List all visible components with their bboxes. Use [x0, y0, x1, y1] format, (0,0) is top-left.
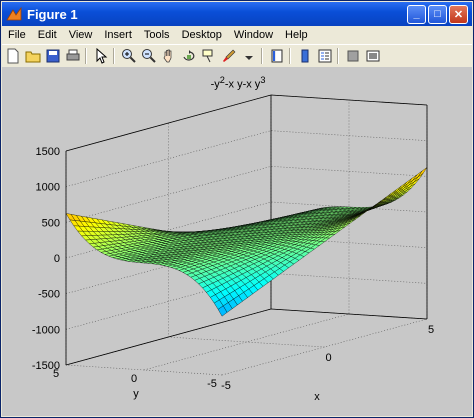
menu-tools[interactable]: Tools [138, 29, 176, 41]
y-axis-label: y [133, 388, 139, 400]
pointer-arrow-icon[interactable] [92, 47, 110, 65]
menu-window[interactable]: Window [228, 29, 279, 41]
window-title: Figure 1 [27, 6, 78, 22]
pan-hand-icon[interactable] [160, 47, 178, 65]
menu-view[interactable]: View [63, 29, 99, 41]
toolbar-separator [113, 48, 115, 64]
surface-patch [417, 167, 428, 177]
toolbar-separator [261, 48, 263, 64]
menu-file[interactable]: File [2, 29, 32, 41]
menu-insert[interactable]: Insert [98, 29, 138, 41]
y-tick-label: -5 [207, 378, 217, 390]
grid-line [65, 94, 428, 152]
zoom-in-icon[interactable] [120, 47, 138, 65]
figure-canvas[interactable]: -y2-x y-x y3 -1500 -1000 -500 0 500 1000 1500-… [2, 67, 472, 416]
toolbar-separator [85, 48, 87, 64]
surface-mesh [65, 167, 428, 317]
axis-edge [65, 308, 272, 366]
x-tick-label: -5 [221, 380, 231, 392]
maximize-button[interactable]: □ [428, 4, 447, 24]
grid-line [65, 166, 428, 223]
grid-line [65, 308, 428, 366]
y-tick-label: 5 [53, 368, 59, 380]
open-folder-icon[interactable] [24, 47, 42, 65]
z-tick-label: -1000 [32, 324, 60, 336]
menu-desktop[interactable]: Desktop [176, 29, 228, 41]
print-icon[interactable] [64, 47, 82, 65]
hide-plot-tools-icon[interactable] [344, 47, 362, 65]
colorbar-icon[interactable] [268, 47, 286, 65]
menu-edit[interactable]: Edit [32, 29, 63, 41]
z-tick-label: 1000 [36, 182, 60, 194]
show-plot-tools-icon[interactable] [364, 47, 382, 65]
maximize-icon: □ [434, 8, 441, 20]
close-button[interactable]: ✕ [449, 4, 468, 24]
legend-icon[interactable] [316, 47, 334, 65]
surface-plot[interactable]: -1500-1000-500050010001500-505-505xy [2, 67, 474, 417]
colorbar-toggle-icon[interactable] [296, 47, 314, 65]
data-cursor-icon[interactable] [200, 47, 218, 65]
minimize-icon: _ [413, 8, 420, 20]
toolbar-separator [337, 48, 339, 64]
x-axis-label: x [314, 391, 320, 403]
toolbar-separator [289, 48, 291, 64]
link-icon[interactable] [240, 47, 258, 65]
grid-line [65, 130, 428, 187]
menu-help[interactable]: Help [279, 29, 314, 41]
x-tick-label: 0 [325, 352, 331, 364]
axis-edge [65, 94, 272, 152]
zoom-out-icon[interactable] [140, 47, 158, 65]
figure-window: Figure 1 _ □ ✕ File Edit View Insert Too… [0, 0, 474, 418]
z-tick-label: 0 [54, 253, 60, 265]
new-file-icon[interactable] [4, 47, 22, 65]
matlab-figure-icon [6, 6, 22, 21]
z-tick-label: 500 [42, 217, 60, 229]
menu-bar: File Edit View Insert Tools Desktop Wind… [2, 26, 472, 44]
minimize-button[interactable]: _ [407, 4, 426, 24]
title-bar[interactable]: Figure 1 _ □ ✕ [2, 2, 472, 26]
z-tick-label: 1500 [36, 146, 60, 158]
figure-toolbar [2, 44, 472, 68]
save-icon[interactable] [44, 47, 62, 65]
x-tick-label: 5 [428, 324, 434, 336]
rotate-3d-icon[interactable] [180, 47, 198, 65]
brush-icon[interactable] [220, 47, 238, 65]
y-tick-label: 0 [131, 373, 137, 385]
z-tick-label: -500 [38, 289, 60, 301]
close-icon: ✕ [453, 8, 464, 21]
